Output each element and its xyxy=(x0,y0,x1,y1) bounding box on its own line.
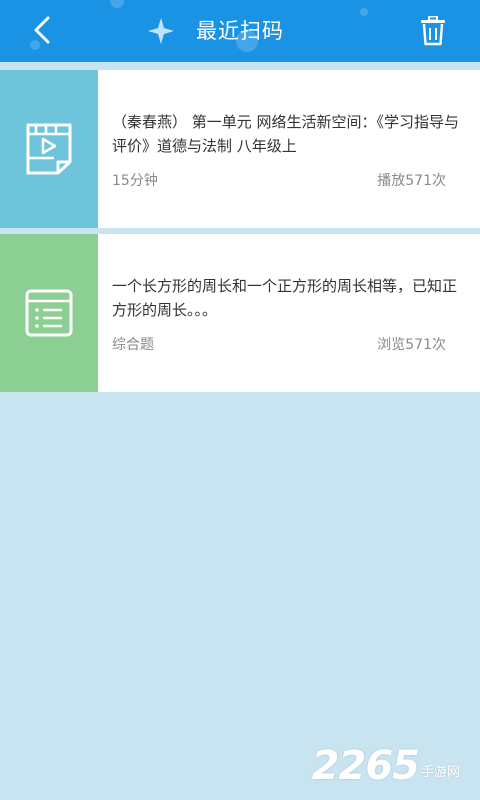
item-view-count: 浏览571次 xyxy=(377,337,446,353)
item-body: （秦春燕） 第一单元 网络生活新空间：《学习指导与评价》道德与法制 八年级上 1… xyxy=(112,70,460,228)
watermark-suffix: 手游网 xyxy=(420,765,460,780)
item-category: 综合题 xyxy=(112,337,154,353)
watermark-number: 2265 xyxy=(311,743,420,789)
delete-button[interactable] xyxy=(416,14,450,48)
list-item[interactable]: 一个长方形的周长和一个正方形的周长相等，已知正方形的周长。。。 综合题 浏览57… xyxy=(0,234,480,392)
item-thumbnail xyxy=(0,234,98,392)
item-duration: 15分钟 xyxy=(112,173,158,189)
item-title: （秦春燕） 第一单元 网络生活新空间：《学习指导与评价》道德与法制 八年级上 xyxy=(112,113,460,155)
item-title: 一个长方形的周长和一个正方形的周长相等，已知正方形的周长。。。 xyxy=(112,277,458,319)
trash-icon xyxy=(421,16,445,46)
video-file-icon xyxy=(26,123,72,175)
item-play-count: 播放571次 xyxy=(377,173,446,189)
item-thumbnail xyxy=(0,70,98,228)
item-body: 一个长方形的周长和一个正方形的周长相等，已知正方形的周长。。。 综合题 浏览57… xyxy=(112,234,460,392)
watermark-logo: 2265 手游网 xyxy=(312,746,460,786)
page-title: 最近扫码 xyxy=(196,19,284,43)
document-list-icon xyxy=(25,289,73,337)
top-bar: 最近扫码 xyxy=(0,0,480,62)
list-item[interactable]: （秦春燕） 第一单元 网络生活新空间：《学习指导与评价》道德与法制 八年级上 1… xyxy=(0,70,480,228)
